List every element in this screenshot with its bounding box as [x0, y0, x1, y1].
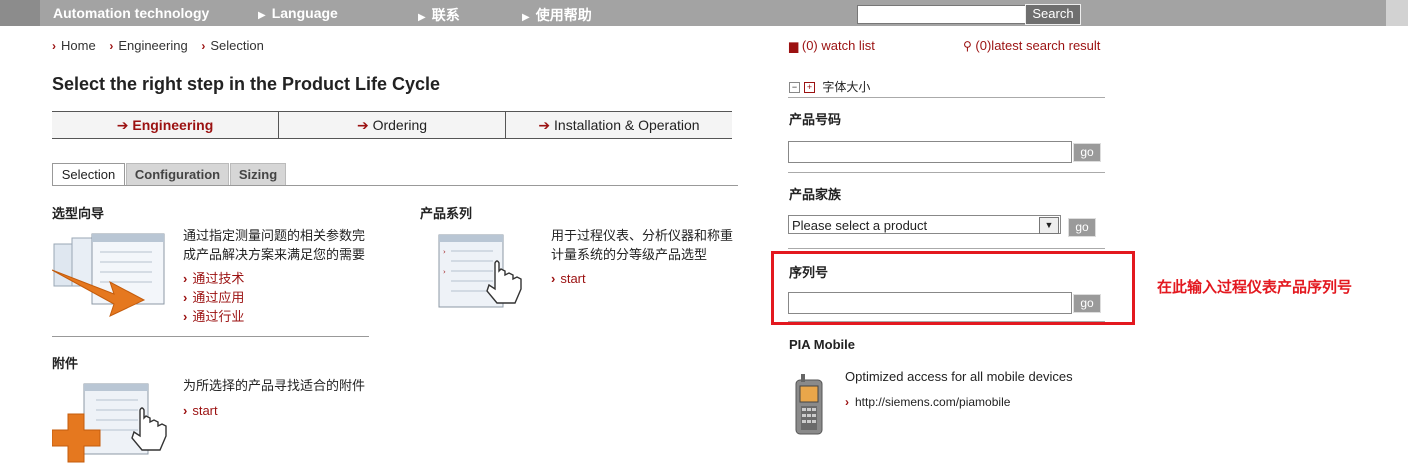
tab-selection[interactable]: Selection: [52, 163, 125, 186]
triangle-right-icon: ▶: [522, 12, 530, 23]
wizard-link-industry[interactable]: › 通过行业: [183, 306, 244, 325]
step-installation-label: Installation & Operation: [554, 117, 700, 133]
pia-mobile-link-label: http://siemens.com/piamobile: [855, 395, 1011, 409]
font-size-control: − + 字体大小: [789, 78, 870, 95]
breadcrumb-engineering[interactable]: Engineering: [118, 38, 187, 53]
wizard-link-application-label: 通过应用: [192, 290, 245, 305]
accessories-description: 为所选择的产品寻找适合的附件: [183, 378, 366, 393]
product-family-label: 产品家族: [789, 187, 842, 202]
triangle-right-icon: ▶: [418, 12, 426, 23]
chevron-right-icon: ›: [183, 271, 188, 286]
arrow-right-icon: ➔: [538, 117, 555, 133]
tab-sizing[interactable]: Sizing: [230, 163, 286, 185]
breadcrumb-home[interactable]: Home: [61, 38, 96, 53]
watch-list-link[interactable]: ▆ (0) watch list: [789, 38, 875, 53]
increase-font-button[interactable]: +: [804, 82, 815, 94]
nav-contact[interactable]: ▶ 联系: [418, 5, 460, 25]
decrease-font-button[interactable]: −: [789, 82, 800, 94]
watch-list-label: (0) watch list: [801, 38, 875, 53]
nav-contact-label: 联系: [431, 7, 460, 23]
wizard-link-technology-label: 通过技术: [192, 271, 245, 286]
series-description: 用于过程仪表、分析仪器和称重计量系统的分等级产品选型: [551, 228, 734, 262]
step-ordering[interactable]: ➔ Ordering: [279, 112, 506, 138]
wizard-link-application[interactable]: › 通过应用: [183, 287, 244, 306]
page-title: Select the right step in the Product Lif…: [52, 74, 441, 94]
sidebar-divider: [788, 248, 1105, 249]
nav-language[interactable]: ▶ Language: [258, 5, 338, 21]
chevron-down-icon: ▼: [1039, 217, 1059, 234]
product-family-select[interactable]: Please select a product ▼: [788, 215, 1061, 234]
chevron-right-icon: ›: [551, 271, 556, 286]
step-engineering[interactable]: ➔ Engineering: [52, 112, 279, 138]
series-illustration: › ›: [438, 234, 522, 308]
arrow-right-icon: ➔: [116, 117, 133, 133]
wizard-illustration: [52, 233, 165, 317]
arrow-right-icon: ➔: [356, 117, 373, 133]
nav-automation-technology[interactable]: Automation technology: [53, 5, 209, 21]
accessories-illustration: [52, 383, 167, 463]
triangle-right-icon: ▶: [258, 10, 266, 21]
pia-mobile-description: Optimized access for all mobile devices: [845, 369, 1073, 384]
nav-help-label: 使用帮助: [535, 7, 592, 23]
clipboard-icon: ▆: [789, 39, 799, 53]
pia-mobile-link[interactable]: › http://siemens.com/piamobile: [845, 395, 1010, 409]
accessories-start-link[interactable]: › start: [183, 403, 218, 418]
product-code-label: 产品号码: [789, 112, 842, 127]
magnifier-icon: ⚲: [963, 39, 972, 53]
accessories-start-label: start: [192, 403, 218, 418]
mobile-phone-icon: [795, 374, 823, 435]
step-installation-operation[interactable]: ➔ Installation & Operation: [506, 112, 732, 138]
breadcrumb: › Home › Engineering › Selection: [52, 38, 264, 53]
tab-divider: [52, 185, 738, 186]
latest-search-label: (0)latest search result: [975, 38, 1101, 53]
chevron-right-icon: ›: [183, 403, 188, 418]
product-family-selected: Please select a product: [792, 218, 928, 233]
tab-configuration[interactable]: Configuration: [126, 163, 229, 185]
top-nav-edge: [1386, 0, 1408, 26]
chevron-right-icon: ›: [201, 39, 206, 53]
nav-language-label: Language: [271, 5, 338, 21]
serial-annotation: 在此输入过程仪表产品序列号: [1157, 279, 1353, 296]
series-start-label: start: [560, 271, 586, 286]
serial-highlight-box: [771, 251, 1135, 325]
svg-text:›: ›: [443, 268, 446, 276]
wizard-link-industry-label: 通过行业: [192, 309, 245, 324]
top-navigation-bar: Automation technology ▶ Language ▶ 联系 ▶ 使用帮…: [0, 0, 1408, 26]
product-family-go-button[interactable]: go: [1068, 218, 1096, 237]
svg-text:›: ›: [443, 248, 446, 256]
step-ordering-label: Ordering: [372, 117, 428, 133]
nav-brand-label: Automation technology: [53, 5, 210, 21]
search-input[interactable]: [857, 5, 1027, 24]
chevron-right-icon: ›: [183, 290, 188, 305]
section-divider: [52, 336, 369, 337]
top-nav-inner: [40, 0, 1400, 26]
product-code-go-button[interactable]: go: [1073, 143, 1101, 162]
pia-mobile-title: PIA Mobile: [789, 337, 855, 352]
chevron-right-icon: ›: [109, 39, 114, 53]
search-button[interactable]: Search: [1025, 4, 1081, 25]
nav-help[interactable]: ▶ 使用帮助: [522, 5, 592, 25]
chevron-right-icon: ›: [183, 309, 188, 324]
chevron-right-icon: ›: [52, 39, 56, 53]
lifecycle-steps: ➔ Engineering ➔ Ordering ➔ Installation …: [52, 111, 732, 139]
sidebar-divider: [788, 172, 1105, 173]
chevron-right-icon: ›: [845, 395, 849, 409]
wizard-title: 选型向导: [52, 206, 105, 221]
series-start-link[interactable]: › start: [551, 271, 586, 286]
accessories-title: 附件: [52, 356, 79, 371]
font-size-label: 字体大小: [822, 80, 871, 94]
wizard-description: 通过指定测量问题的相关参数完成产品解决方案来满足您的需要: [183, 228, 366, 262]
series-title: 产品系列: [420, 206, 473, 221]
breadcrumb-selection: Selection: [210, 38, 264, 53]
wizard-link-technology[interactable]: › 通过技术: [183, 268, 244, 287]
latest-search-link[interactable]: ⚲ (0)latest search result: [963, 38, 1100, 53]
sidebar-divider: [788, 97, 1105, 98]
product-code-input[interactable]: [788, 141, 1072, 163]
step-engineering-label: Engineering: [132, 117, 214, 133]
